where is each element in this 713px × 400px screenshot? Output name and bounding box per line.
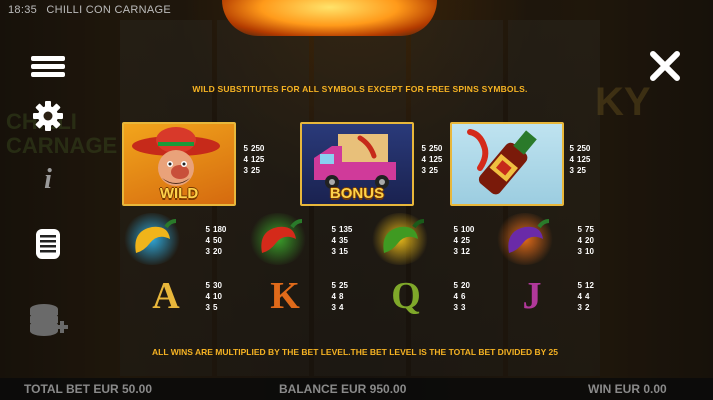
hot-sauce-bottle-icon	[467, 129, 537, 195]
card-k-pays: 5 25 48 34	[331, 281, 348, 312]
info-icon[interactable]: i	[26, 160, 70, 200]
close-icon[interactable]	[647, 48, 683, 84]
bonus-label: BONUS	[329, 185, 385, 202]
hot-sauce-pays: 5 250 4 125 3 25	[569, 144, 591, 175]
status-bar: 18:35 CHILLI CON CARNAGE	[0, 0, 713, 20]
bonus-pays: 5 250 4 125 3 25	[421, 144, 443, 175]
hot-sauce-symbol	[450, 122, 564, 206]
win-readout: WIN EUR 0.00	[588, 382, 667, 396]
card-q-pays: 5 20 46 33	[453, 281, 470, 312]
yellow-chilli-icon	[135, 219, 177, 253]
coins-icon[interactable]	[26, 300, 70, 340]
red-chilli-icon	[261, 219, 303, 253]
balance-readout: BALANCE EUR 950.00	[279, 382, 407, 396]
green-chilli-pays: 5 100 4 25 3 12	[453, 225, 475, 256]
red-chilli-symbol	[248, 213, 308, 265]
yellow-chilli-pays: 5 180 4 50 3 20	[205, 225, 227, 256]
purple-chilli-symbol	[495, 213, 555, 265]
menu-icon[interactable]	[26, 46, 70, 86]
wild-label: WILD	[159, 185, 199, 202]
wild-pays: 5 250 4 125 3 25	[243, 144, 265, 175]
bet-level-note: ALL WINS ARE MULTIPLIED BY THE BET LEVEL…	[152, 347, 558, 357]
status-game-title: CHILLI CON CARNAGE	[46, 4, 171, 16]
status-time: 18:35	[8, 4, 38, 16]
yellow-chilli-symbol	[122, 213, 182, 265]
card-q-symbol: Q	[391, 275, 421, 317]
card-j-pays: 5 12 44 32	[577, 281, 594, 312]
card-j-symbol: J	[522, 275, 542, 317]
card-a-symbol: A	[152, 275, 180, 317]
paytable-icon[interactable]	[26, 224, 70, 264]
green-chilli-icon	[383, 219, 425, 253]
bonus-symbol: BONUS	[300, 122, 414, 206]
wild-substitute-note: WILD SUBSTITUTES FOR ALL SYMBOLS EXCEPT …	[192, 84, 528, 94]
gear-icon[interactable]	[26, 96, 70, 136]
purple-chilli-icon	[508, 219, 550, 253]
green-chilli-symbol	[370, 213, 430, 265]
card-k-symbol: K	[270, 275, 300, 317]
bottom-bar: TOTAL BET EUR 50.00 BALANCE EUR 950.00 W…	[0, 378, 713, 400]
card-a-pays: 5 30 4 10 35	[205, 281, 222, 312]
red-chilli-pays: 5 135 4 35 3 15	[331, 225, 353, 256]
wild-symbol: WILD	[122, 122, 236, 206]
total-bet-readout: TOTAL BET EUR 50.00	[24, 382, 153, 396]
purple-chilli-pays: 5 75 4 20 3 10	[577, 225, 594, 256]
